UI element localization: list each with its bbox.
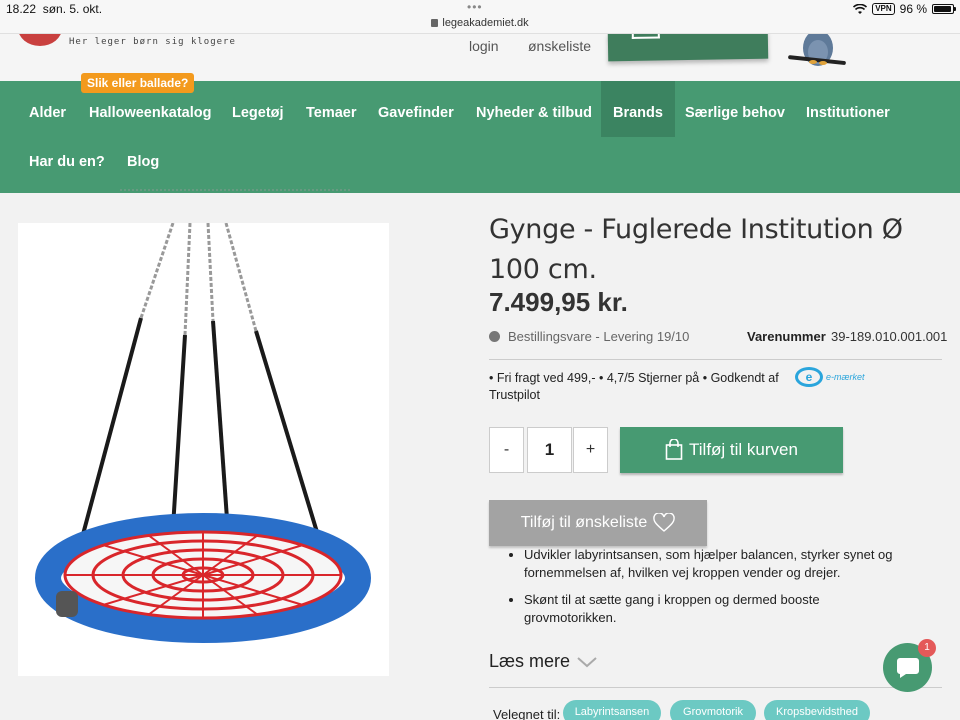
nav-item-alder[interactable]: Alder bbox=[17, 81, 78, 137]
promo-badge[interactable]: Slik eller ballade? bbox=[81, 73, 195, 93]
site-logo[interactable] bbox=[18, 34, 62, 46]
add-to-cart-button[interactable]: Tilføj til kurven bbox=[620, 427, 843, 473]
tag-labyrintsansen[interactable]: Labyrintsansen bbox=[563, 700, 661, 720]
tag-kropsbevidsthed[interactable]: Kropsbevidsthed bbox=[764, 700, 870, 720]
chat-bubble-icon bbox=[896, 657, 919, 678]
add-to-wishlist-label: Tilføj til ønskeliste bbox=[520, 514, 648, 531]
battery-percent: 96 % bbox=[899, 2, 927, 16]
nest-swing-illustration bbox=[35, 222, 371, 643]
battery-icon bbox=[932, 4, 956, 14]
site-tagline: Her leger børn sig klogere bbox=[69, 37, 236, 47]
chat-notification-badge: 1 bbox=[918, 639, 936, 657]
address-bar[interactable]: legeakademiet.dk bbox=[0, 17, 960, 29]
nav-item-brands[interactable]: Brands bbox=[601, 81, 675, 137]
availability-dot-icon bbox=[489, 331, 500, 342]
product-image[interactable] bbox=[18, 222, 389, 676]
vpn-badge: VPN bbox=[872, 3, 895, 15]
add-to-wishlist-button[interactable]: Tilføj til ønskeliste bbox=[489, 500, 707, 546]
chevron-down-icon bbox=[577, 656, 597, 667]
nav-item-saerlige-behov[interactable]: Særlige behov bbox=[673, 81, 797, 137]
qty-plus-button[interactable]: + bbox=[573, 427, 608, 473]
status-bar: 18.22 søn. 5. okt. ••• legeakademiet.dk … bbox=[0, 0, 960, 34]
availability-text: Bestillingsvare - Levering 19/10 bbox=[508, 329, 690, 344]
emark-label: e-mærket bbox=[826, 372, 865, 382]
divider bbox=[489, 359, 942, 360]
read-more-label: Læs mere bbox=[489, 651, 571, 671]
breadcrumb bbox=[120, 185, 350, 191]
trustpilot-link[interactable]: Trustpilot bbox=[489, 388, 540, 402]
item-number-label: Varenummer bbox=[747, 329, 826, 344]
nav-item-nyheder-tilbud[interactable]: Nyheder & tilbud bbox=[464, 81, 604, 137]
quantity-input[interactable]: 1 bbox=[527, 427, 572, 473]
product-price: 7.499,95 kr. bbox=[489, 287, 628, 317]
emark-icon: e bbox=[795, 367, 823, 387]
product-title: Gynge - Fuglerede Institution Ø 100 cm. bbox=[489, 214, 903, 285]
item-number: 39-189.010.001.001 bbox=[831, 329, 948, 344]
cart-box[interactable] bbox=[607, 34, 769, 62]
nav-item-legetoj[interactable]: Legetøj bbox=[220, 81, 296, 137]
main-nav: Alder Halloweenkatalog Legetøj Temaer Ga… bbox=[0, 81, 960, 193]
read-more-toggle[interactable]: Læs mere bbox=[489, 651, 598, 672]
status-indicators: VPN 96 % bbox=[853, 2, 956, 16]
nav-item-har-du-en[interactable]: Har du en? bbox=[17, 137, 117, 193]
qty-minus-button[interactable]: - bbox=[489, 427, 524, 473]
shopping-bag-icon bbox=[665, 439, 683, 460]
suited-for-label: Velegnet til: bbox=[493, 707, 561, 720]
cart-icon bbox=[631, 34, 660, 39]
owl-mascot-icon bbox=[788, 34, 846, 66]
usp-text: • Fri fragt ved 499,- • 4,7/5 Stjerner p… bbox=[489, 371, 779, 385]
nav-item-gavefinder[interactable]: Gavefinder bbox=[366, 81, 466, 137]
wishlist-link[interactable]: ønskeliste bbox=[528, 38, 591, 54]
login-link[interactable]: login bbox=[469, 38, 499, 54]
lock-icon bbox=[431, 19, 439, 27]
nav-item-institutioner[interactable]: Institutioner bbox=[794, 81, 902, 137]
add-to-cart-label: Tilføj til kurven bbox=[689, 440, 798, 459]
heart-icon bbox=[653, 513, 676, 532]
list-item: Skønt til at sætte gang i kroppen og der… bbox=[524, 591, 908, 627]
more-dots-icon[interactable]: ••• bbox=[467, 0, 483, 14]
wifi-icon bbox=[853, 3, 868, 14]
battery-level bbox=[934, 6, 952, 12]
nav-item-temaer[interactable]: Temaer bbox=[294, 81, 369, 137]
emark-badge[interactable]: e e-mærket bbox=[795, 367, 865, 387]
divider bbox=[489, 687, 942, 688]
list-item: Udvikler labyrintsansen, som hjælper bal… bbox=[524, 546, 908, 582]
status-time: 18.22 søn. 5. okt. bbox=[6, 2, 103, 16]
product-benefits: Udvikler labyrintsansen, som hjælper bal… bbox=[508, 546, 908, 636]
tag-grovmotorik[interactable]: Grovmotorik bbox=[670, 700, 756, 720]
